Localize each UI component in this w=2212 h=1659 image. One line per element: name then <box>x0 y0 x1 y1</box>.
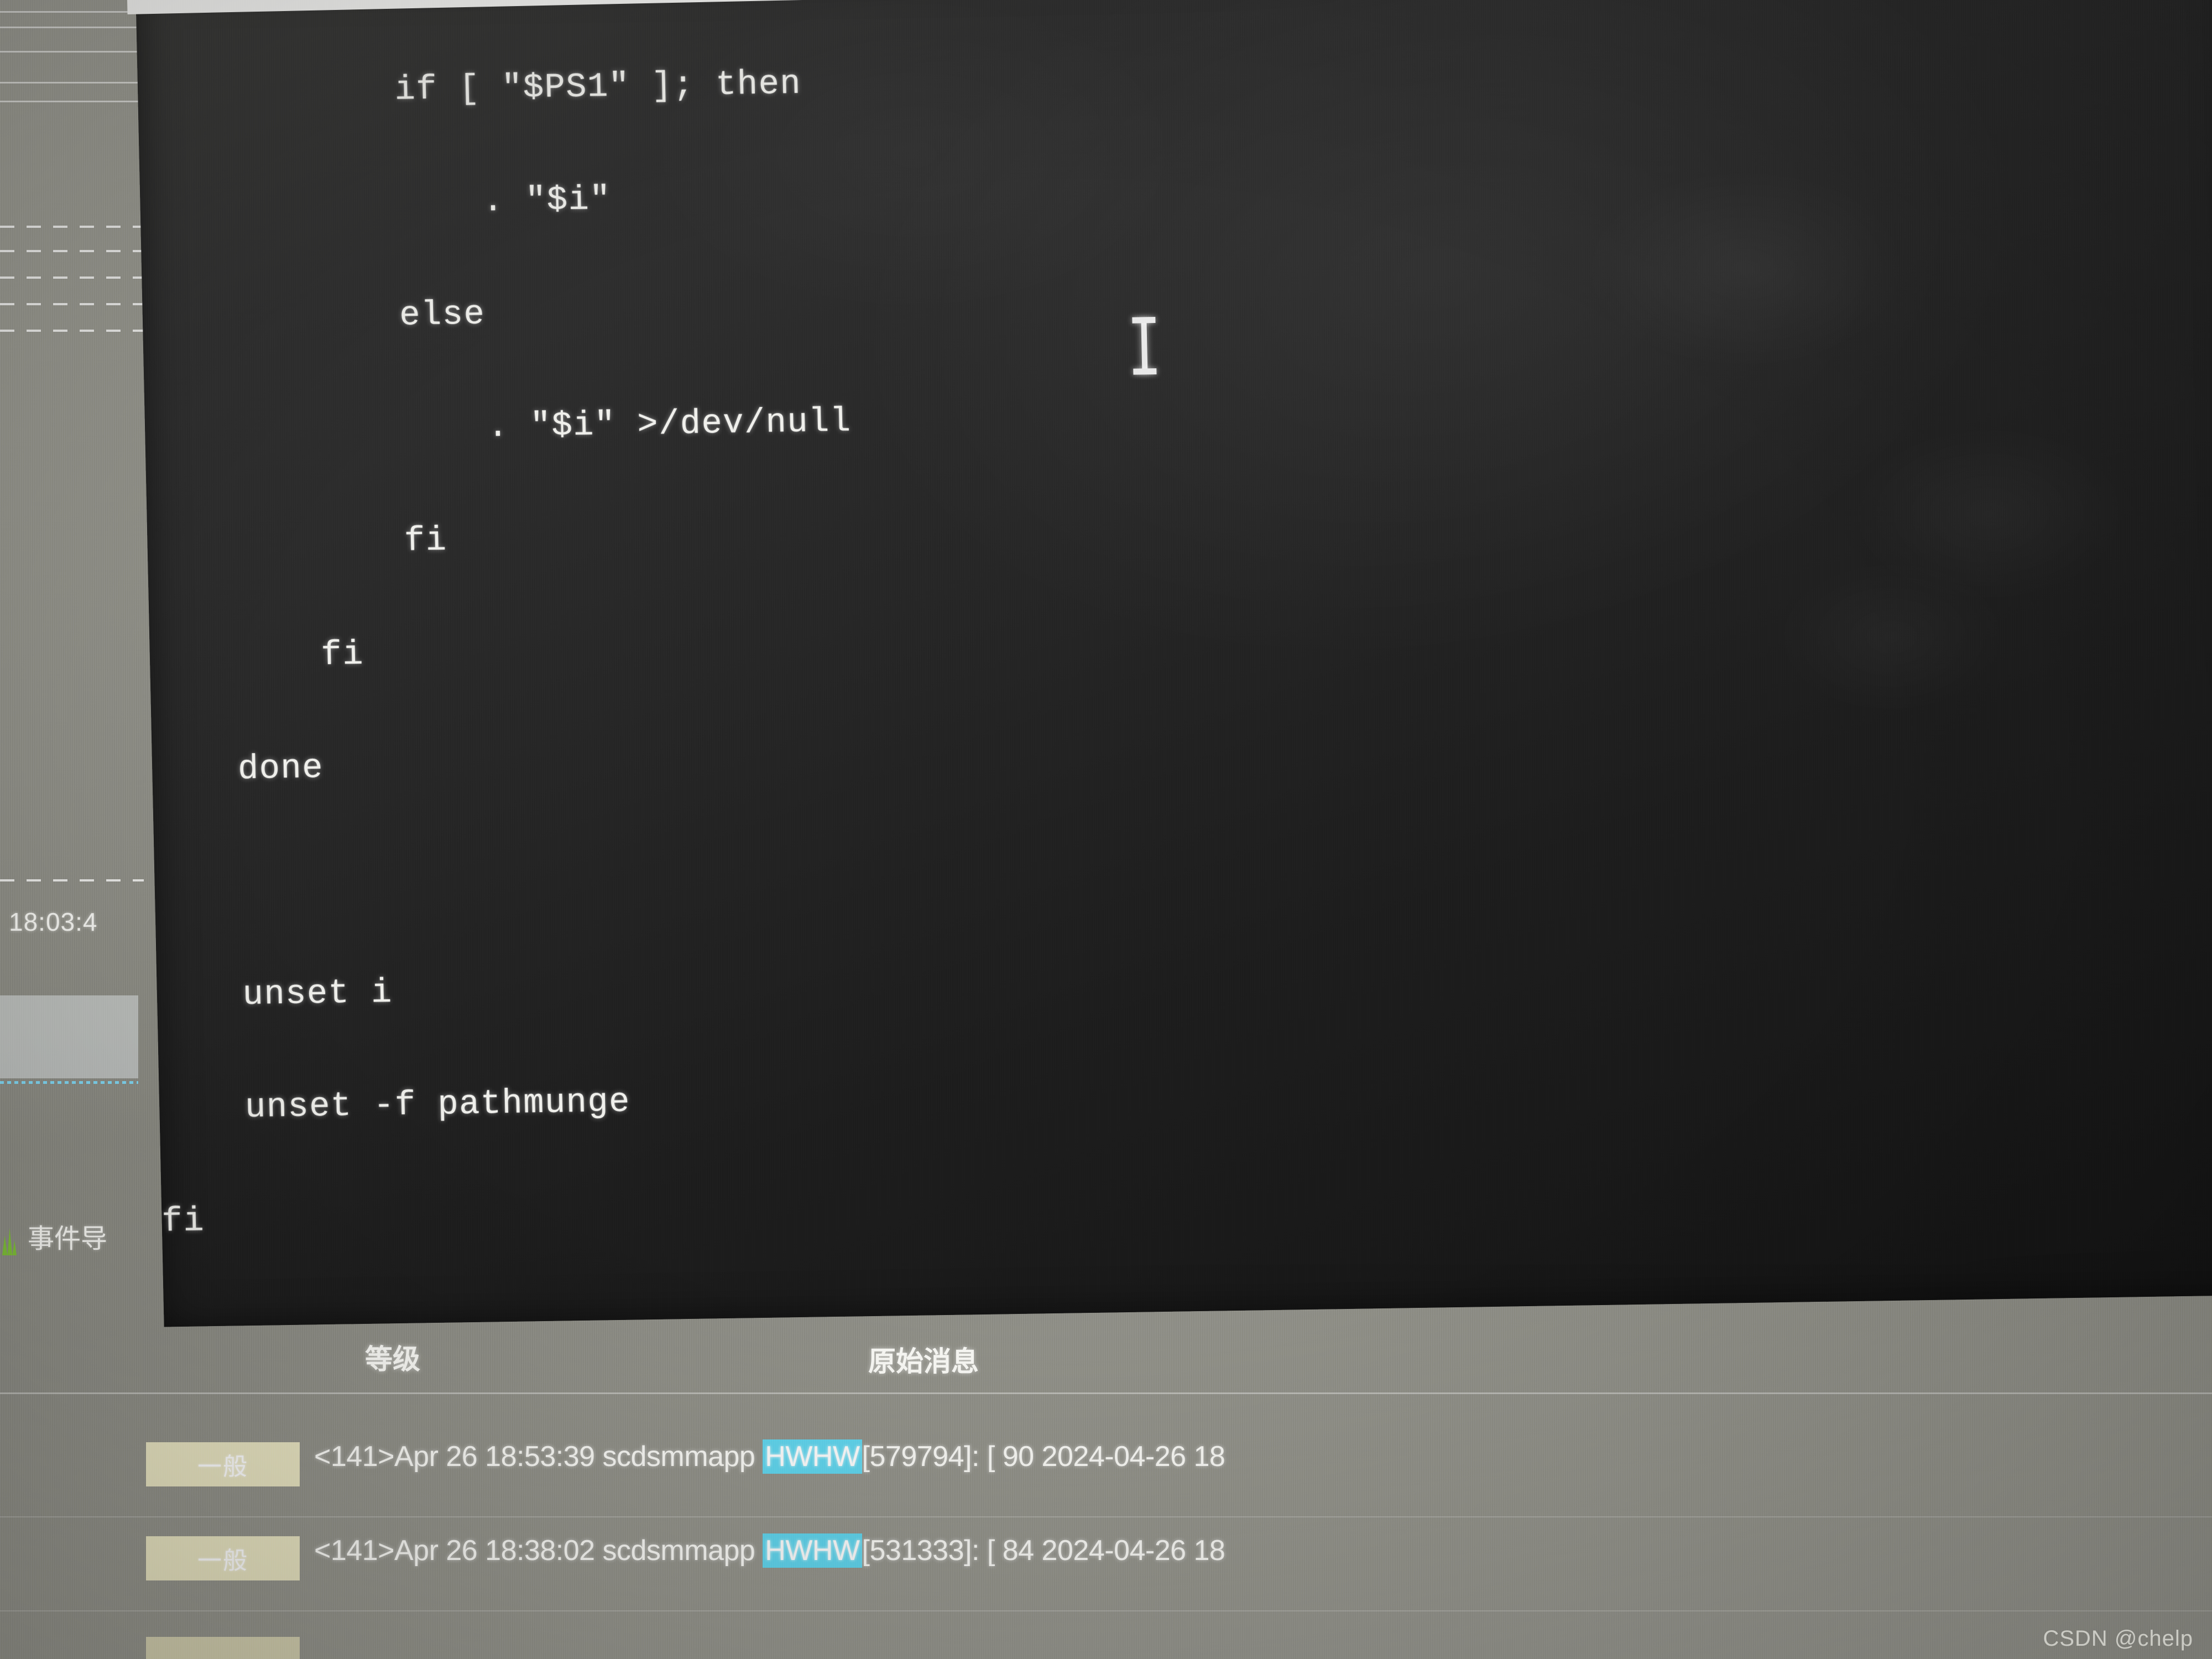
table-row[interactable]: 一般 <141>Apr 26 18:38:02 scdsmmapp HWHW[5… <box>0 1526 2212 1612</box>
log-message-suffix: [531333]: [ 84 2024-04-26 18 <box>862 1535 1225 1567</box>
table-row[interactable]: 一般 <141>Apr 26 18:53:39 scdsmmapp HWHW[5… <box>0 1432 2212 1518</box>
terminal-line: else <box>142 294 486 339</box>
grid-line-dashed <box>0 330 144 332</box>
log-message-prefix: <141>Apr 26 18:38:02 scdsmmapp <box>314 1535 763 1567</box>
terminal-line: fi <box>147 520 448 565</box>
status-badge: 一般 <box>146 1536 300 1580</box>
log-table: 等级 原始消息 一般 <141>Apr 26 18:53:39 scdsmmap… <box>0 1327 2212 1659</box>
text-cursor-icon <box>1141 319 1148 373</box>
column-header-level[interactable]: 等级 <box>365 1337 420 1377</box>
grid-line-dashed <box>0 303 144 305</box>
grid-line-dashed <box>0 250 144 252</box>
watermark-label: CSDN @chelp <box>2043 1626 2193 1651</box>
grid-line <box>0 51 138 53</box>
status-badge-label: 一般 <box>197 1453 248 1480</box>
left-chart-strip <box>0 0 144 1327</box>
terminal-line: fi <box>161 1201 205 1241</box>
terminal-output: if [ "$PS1" ]; then . "$i" else . "$i" >… <box>135 0 1800 1327</box>
gutter-timestamp: 18:03:4 <box>9 907 98 936</box>
log-tag-highlight: HWHW <box>763 1533 862 1568</box>
status-badge-label: 一般 <box>197 1547 248 1574</box>
row-divider <box>0 1516 2212 1517</box>
grid-line-dashed <box>0 226 144 228</box>
terminal-line: done <box>152 748 324 790</box>
column-header-raw-message[interactable]: 原始消息 <box>868 1339 979 1379</box>
log-message-suffix: [579794]: [ 90 2024-04-26 18 <box>862 1441 1225 1473</box>
terminal-line: . "$i" >/dev/null <box>144 401 852 452</box>
grid-line-dashed <box>0 276 144 279</box>
log-message-cell: <141>Apr 26 18:53:39 scdsmmapp HWHW[5797… <box>314 1439 1225 1474</box>
grid-line-dashed <box>0 879 144 881</box>
header-divider <box>0 1392 2212 1394</box>
status-badge: 一般 <box>146 1442 300 1486</box>
screenshot-photo: 18:03:4 事件导 等级 原始消息 一般 <141>Apr 26 18:53… <box>0 0 2212 1659</box>
log-message-prefix: <141>Apr 26 18:53:39 scdsmmapp <box>314 1441 763 1473</box>
terminal-line: unset i <box>156 973 393 1016</box>
grid-line <box>0 101 138 102</box>
gutter-label-event-export[interactable]: 事件导 <box>28 1217 107 1255</box>
grid-line <box>0 82 138 84</box>
row-divider <box>0 1610 2212 1611</box>
table-row-partial[interactable] <box>146 1637 300 1659</box>
grid-line <box>0 27 138 28</box>
terminal-line: . "$i" <box>139 179 612 226</box>
terminal-line: fi <box>149 634 364 677</box>
selected-row-band[interactable] <box>0 995 138 1078</box>
terminal-line: unset -f pathmunge <box>159 1082 631 1129</box>
log-message-cell: <141>Apr 26 18:38:02 scdsmmapp HWHW[5313… <box>314 1533 1225 1568</box>
selected-row-underline <box>0 1081 138 1084</box>
grid-line <box>0 11 138 13</box>
log-tag-highlight: HWHW <box>763 1439 862 1474</box>
terminal-line: if [ "$PS1" ]; then <box>137 64 802 113</box>
terminal-window[interactable]: if [ "$PS1" ]; then . "$i" else . "$i" >… <box>135 0 2212 1327</box>
